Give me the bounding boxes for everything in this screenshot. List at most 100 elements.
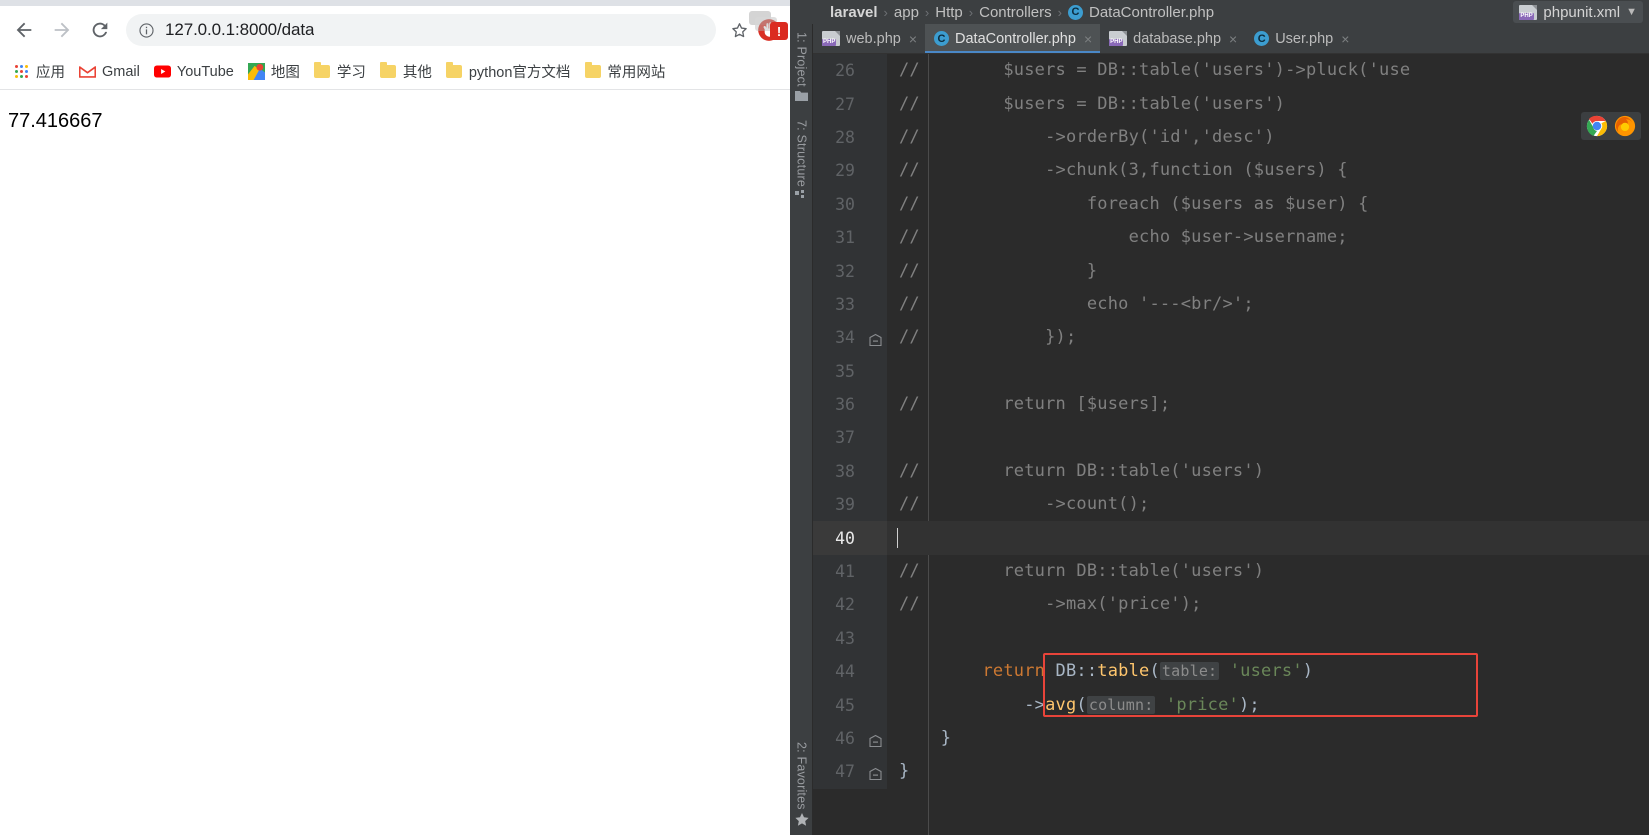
folder-icon — [584, 62, 601, 80]
fold-column[interactable] — [865, 254, 887, 288]
tab-database-php[interactable]: PHP database.php × — [1100, 24, 1245, 53]
line-number: 43 — [813, 621, 865, 656]
line-number: 33 — [813, 287, 865, 322]
bookmark-apps[interactable]: 应用 — [6, 58, 72, 85]
info-circle-icon[interactable] — [138, 22, 155, 39]
chrome-launcher-icon[interactable] — [1586, 115, 1608, 137]
fold-column[interactable] — [865, 655, 887, 689]
code-line-row[interactable]: 27 // $users = DB::table('users') — [813, 87, 1649, 121]
forward-button[interactable] — [44, 12, 80, 48]
browser-window: 127.0.0.1:8000/data 应用 Gmail YouTube 地图 … — [0, 0, 790, 835]
bookmark-folder-study[interactable]: 学习 — [307, 58, 373, 85]
code-line-row[interactable]: 43 — [813, 621, 1649, 656]
address-bar[interactable]: 127.0.0.1:8000/data — [126, 14, 716, 46]
folder-icon — [380, 62, 397, 80]
fold-column[interactable] — [865, 154, 887, 188]
code-line-row[interactable]: 36 // return [$users]; — [813, 387, 1649, 422]
reload-button[interactable] — [82, 12, 118, 48]
fold-column[interactable] — [865, 521, 887, 555]
fold-column[interactable] — [865, 120, 887, 155]
fold-column[interactable] — [865, 488, 887, 522]
firefox-launcher-icon[interactable] — [1614, 115, 1636, 137]
php-class-icon: C — [1068, 4, 1083, 20]
bookmark-folder-common-sites[interactable]: 常用网站 — [577, 58, 672, 85]
fold-column[interactable] — [865, 588, 887, 622]
code-line-row[interactable]: 39 // ->count(); — [813, 488, 1649, 522]
tab-user-php[interactable]: C User.php × — [1245, 24, 1357, 53]
sidebar-item-structure[interactable]: 7: Structure — [790, 120, 813, 204]
bookmark-folder-python-docs[interactable]: python官方文档 — [439, 58, 578, 85]
fold-column[interactable] — [865, 421, 887, 455]
sidebar-item-project[interactable]: 1: Project — [790, 32, 813, 104]
code-text: // $users = DB::table('users')->pluck('u… — [899, 60, 1411, 81]
run-configuration-selector[interactable]: PHP phpunit.xml ▼ — [1513, 1, 1643, 23]
fold-column[interactable] — [865, 721, 887, 756]
breadcrumb-item-controllers[interactable]: Controllers — [979, 4, 1052, 21]
code-line-row[interactable]: 38 // return DB::table('users') — [813, 454, 1649, 489]
fold-column[interactable] — [865, 621, 887, 656]
close-icon[interactable]: × — [1229, 31, 1237, 47]
sidebar-item-favorites[interactable]: 2: Favorites — [790, 742, 813, 829]
fold-column[interactable] — [865, 387, 887, 422]
code-line-row[interactable]: 30 // foreach ($users as $user) { — [813, 187, 1649, 221]
code-text: } — [899, 761, 910, 782]
breadcrumb: laravel › app › Http › Controllers › C D… — [790, 0, 1649, 24]
url-text: 127.0.0.1:8000/data — [165, 20, 315, 39]
close-icon[interactable]: × — [1341, 31, 1349, 47]
back-button[interactable] — [6, 12, 42, 48]
code-line-row[interactable]: 32 // } — [813, 254, 1649, 288]
folder-icon — [314, 62, 331, 80]
fold-column[interactable] — [865, 354, 887, 388]
code-fold-icon[interactable] — [869, 331, 882, 346]
fold-column[interactable] — [865, 54, 887, 88]
line-number: 37 — [813, 421, 865, 455]
php-class-icon: C — [1254, 31, 1270, 46]
code-line-row[interactable]: 44 return DB::table(table: 'users') — [813, 655, 1649, 689]
code-fold-icon[interactable] — [869, 732, 882, 747]
code-line-row[interactable]: 37 — [813, 421, 1649, 455]
close-icon[interactable]: × — [1084, 31, 1092, 47]
fold-column[interactable] — [865, 187, 887, 221]
fold-column[interactable] — [865, 554, 887, 589]
code-line-row[interactable]: 47} — [813, 755, 1649, 789]
code-line-row[interactable]: 42 // ->max('price'); — [813, 588, 1649, 622]
code-line-row[interactable]: 31 // echo $user->username; — [813, 220, 1649, 255]
error-badge[interactable]: ! — [770, 22, 788, 40]
fold-column[interactable] — [865, 454, 887, 489]
code-line-row[interactable]: 35 — [813, 354, 1649, 388]
editor-tab-bar: PHP web.php × C DataController.php × PHP — [813, 24, 1649, 54]
breadcrumb-item-laravel[interactable]: laravel — [830, 4, 878, 21]
breadcrumb-item-app[interactable]: app — [894, 4, 919, 21]
code-line-row[interactable]: 46 } — [813, 721, 1649, 756]
code-line-row[interactable]: 45 ->avg(column: 'price'); — [813, 688, 1649, 722]
fold-column[interactable] — [865, 287, 887, 322]
tab-datacontroller-php[interactable]: C DataController.php × — [925, 24, 1101, 53]
fold-column[interactable] — [865, 755, 887, 789]
code-line-row[interactable]: 41 // return DB::table('users') — [813, 554, 1649, 589]
code-line-row[interactable]: 33 // echo '---<br/>'; — [813, 287, 1649, 322]
breadcrumb-item-file[interactable]: DataController.php — [1089, 4, 1214, 21]
code-text: return DB::table(table: 'users') — [982, 661, 1314, 682]
fold-column[interactable] — [865, 87, 887, 121]
code-line-row[interactable]: 28 // ->orderBy('id','desc') — [813, 120, 1649, 155]
fold-column[interactable] — [865, 688, 887, 722]
breadcrumb-item-http[interactable]: Http — [935, 4, 963, 21]
tab-web-php[interactable]: PHP web.php × — [813, 24, 925, 53]
close-icon[interactable]: × — [909, 31, 917, 47]
bookmark-gmail[interactable]: Gmail — [72, 60, 147, 83]
code-line-row[interactable]: 29 // ->chunk(3,function ($users) { — [813, 154, 1649, 188]
code-text: // $users = DB::table('users') — [899, 93, 1286, 114]
code-line-row[interactable]: 26 // $users = DB::table('users')->pluck(… — [813, 54, 1649, 88]
fold-column[interactable] — [865, 321, 887, 355]
bookmark-maps[interactable]: 地图 — [241, 58, 307, 85]
page-response-value: 77.416667 — [8, 110, 103, 132]
bookmark-folder-other[interactable]: 其他 — [373, 58, 439, 85]
code-editor[interactable]: 26 // $users = DB::table('users')->pluck(… — [813, 54, 1649, 835]
chevron-down-icon[interactable]: ▼ — [1626, 6, 1637, 18]
fold-column[interactable] — [865, 220, 887, 255]
bookmark-youtube[interactable]: YouTube — [147, 60, 241, 83]
breadcrumb-separator: › — [924, 4, 930, 20]
code-line-row[interactable]: 40 — [813, 521, 1649, 555]
code-line-row[interactable]: 34 // }); — [813, 321, 1649, 355]
code-fold-icon[interactable] — [869, 765, 882, 780]
